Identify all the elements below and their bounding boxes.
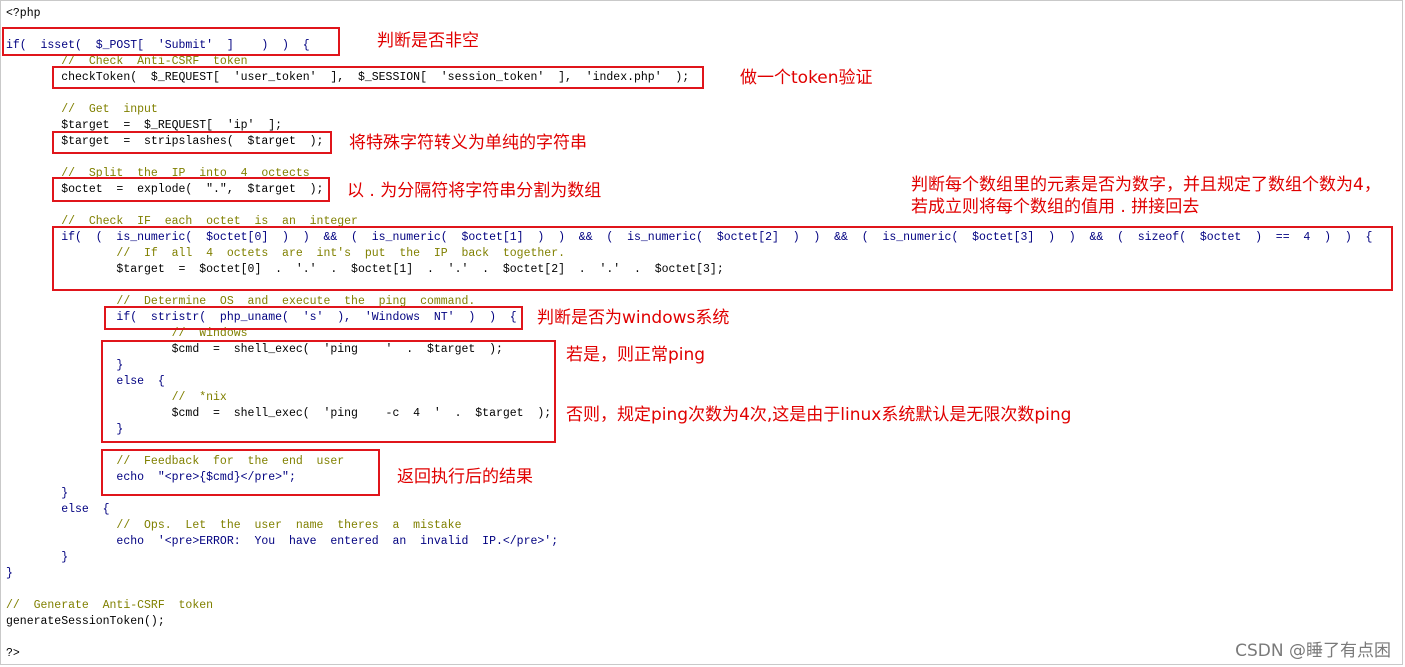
annotation-numeric-2: 若成立则将每个数组的值用 . 拼接回去 — [911, 197, 1200, 217]
code-line-1: <?php — [6, 7, 41, 20]
annotation-else-linux: 否则，规定ping次数为4次,这是由于linux系统默认是无限次数ping — [566, 405, 1072, 425]
annotation-numeric-1: 判断每个数组里的元素是否为数字，并且规定了数组个数为4， — [911, 175, 1381, 195]
code-line-35: } — [6, 551, 69, 564]
code-line-41: ?> — [6, 647, 20, 660]
highlight-box-numeric — [52, 226, 1393, 291]
annotation-split: 以 . 为分隔符将字符串分割为数组 — [347, 181, 602, 201]
csdn-watermark: CSDN @睡了有点困 — [1235, 641, 1391, 661]
annotation-feedback: 返回执行后的结果 — [397, 467, 533, 487]
highlight-box-stripslashes — [52, 131, 332, 154]
highlight-box-shellexec — [101, 340, 556, 443]
highlight-box-stristr — [104, 306, 523, 330]
annotation-if-windows: 若是，则正常ping — [566, 345, 706, 365]
code-line-36: } — [6, 567, 13, 580]
annotation-escape: 将特殊字符转义为单纯的字符串 — [349, 133, 587, 153]
code-line-33: // Ops. Let the user name theres a mista… — [6, 519, 462, 532]
highlight-box-isset — [2, 27, 340, 56]
code-line-39: generateSessionToken(); — [6, 615, 165, 628]
code-line-31: } — [6, 487, 69, 500]
annotation-windows: 判断是否为windows系统 — [537, 308, 730, 328]
annotation-token-check: 做一个token验证 — [740, 68, 873, 88]
code-line-7: // Get input — [6, 103, 158, 116]
highlight-box-checktoken — [52, 66, 704, 89]
code-line-34: echo '<pre>ERROR: You have entered an in… — [6, 535, 559, 548]
code-line-38: // Generate Anti-CSRF token — [6, 599, 214, 612]
code-line-32: else { — [6, 503, 110, 516]
highlight-box-explode — [52, 177, 330, 202]
annotation-not-empty: 判断是否非空 — [377, 31, 479, 51]
highlight-box-feedback — [101, 449, 380, 496]
